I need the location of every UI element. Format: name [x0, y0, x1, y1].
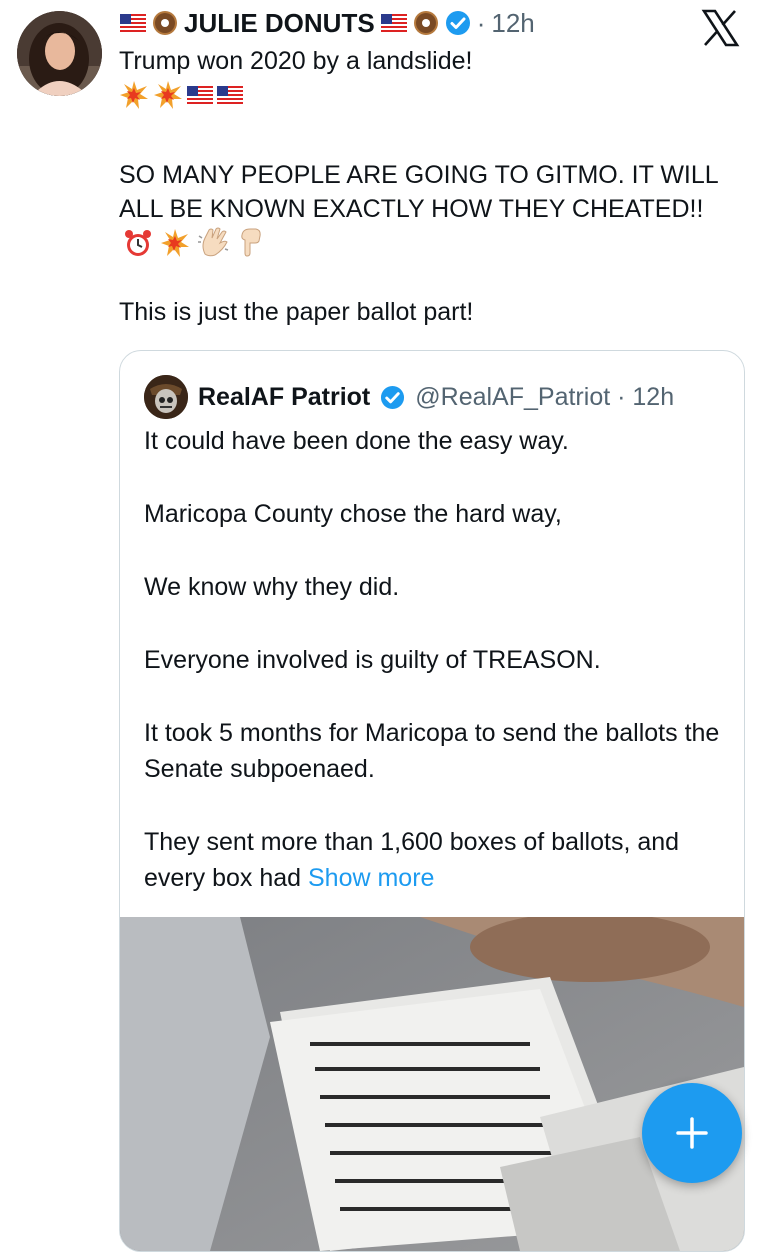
show-more-link[interactable]: Show more — [308, 864, 434, 892]
flag-icon — [187, 86, 213, 104]
post-text-line: This is just the paper ballot part! — [119, 298, 474, 326]
compose-button[interactable] — [642, 1083, 742, 1183]
quoted-post-header: RealAF Patriot @RealAF_Patriot · 12h — [144, 373, 674, 421]
quoted-author-avatar[interactable] — [144, 375, 188, 419]
donut-icon — [413, 11, 438, 35]
quoted-paragraph: It took 5 months for Maricopa to send th… — [144, 719, 720, 783]
plus-icon — [676, 1117, 708, 1149]
x-logo-icon[interactable] — [700, 8, 740, 48]
quoted-post-body: It could have been done the easy way. Ma… — [144, 423, 729, 896]
collision-icon — [154, 81, 182, 109]
post-body: Trump won 2020 by a landslide! SO MANY P… — [119, 44, 739, 329]
collision-icon — [160, 229, 189, 257]
emoji-row — [119, 78, 739, 112]
author-name[interactable]: JULIE DONUTS — [184, 8, 375, 39]
pointing-down-icon — [241, 228, 261, 257]
ballot-photo — [120, 917, 744, 1251]
post-text-line: Trump won 2020 by a landslide! — [119, 47, 473, 75]
donut-icon — [153, 11, 177, 35]
waving-hand-icon — [197, 227, 229, 257]
post-time[interactable]: 12h — [491, 8, 534, 39]
alarm-clock-icon — [125, 230, 151, 256]
collision-icon — [120, 81, 148, 109]
quoted-paragraph: We know why they did. — [144, 573, 400, 601]
flag-icon — [120, 14, 146, 32]
quoted-paragraph: Maricopa County chose the hard way, — [144, 500, 562, 528]
quoted-author-name[interactable]: RealAF Patriot — [198, 383, 370, 412]
quoted-author-handle-time[interactable]: @RealAF_Patriot · 12h — [415, 383, 674, 412]
quoted-paragraph: Everyone involved is guilty of TREASON. — [144, 646, 601, 674]
verified-badge-icon — [381, 385, 405, 409]
verified-badge-icon — [445, 11, 470, 35]
quoted-media[interactable] — [120, 917, 744, 1251]
author-avatar[interactable] — [17, 11, 102, 96]
quoted-paragraph: It could have been done the easy way. — [144, 427, 569, 455]
post-header: JULIE DONUTS · 12h — [120, 6, 535, 40]
flag-icon — [380, 14, 407, 32]
separator-dot: · — [476, 7, 486, 38]
flag-icon — [217, 86, 243, 104]
post-text-line: SO MANY PEOPLE ARE GOING TO GITMO. IT WI… — [119, 161, 718, 223]
